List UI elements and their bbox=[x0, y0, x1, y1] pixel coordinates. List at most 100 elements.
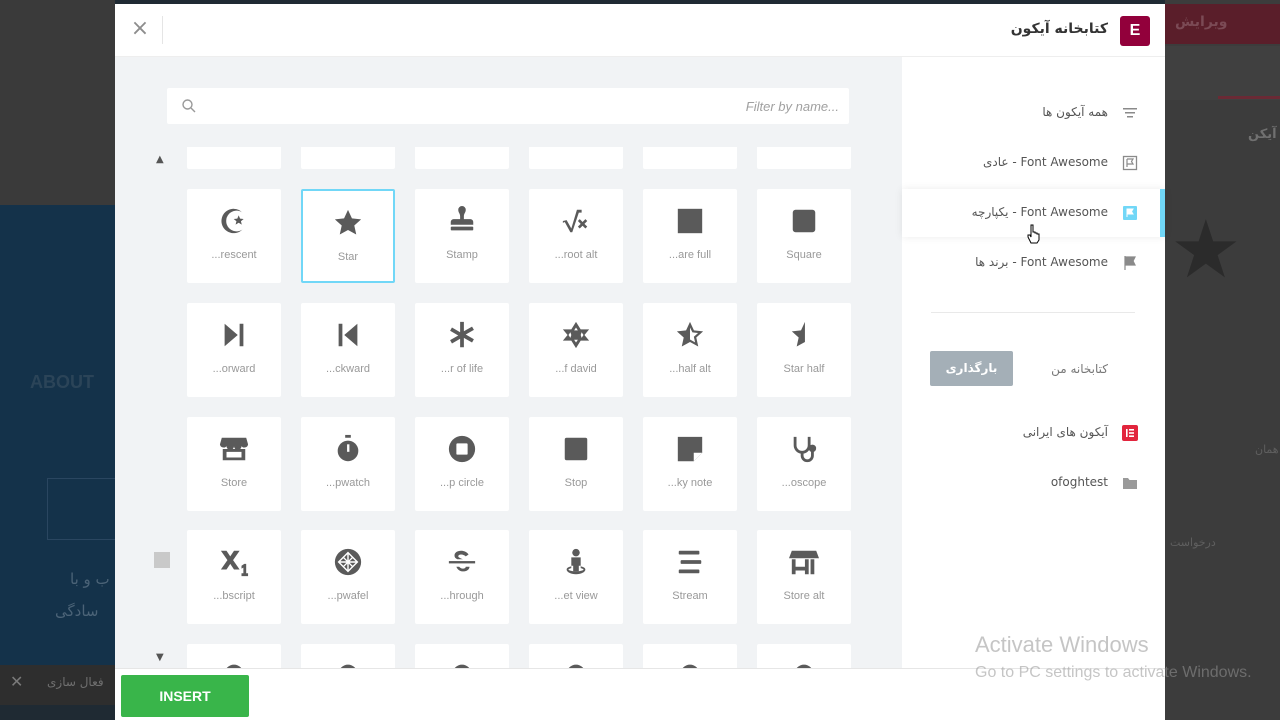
icon-tile-label: ...hrough bbox=[440, 590, 484, 602]
star-icon bbox=[303, 207, 393, 239]
star-half-icon bbox=[757, 319, 851, 351]
icon-tile[interactable]: ...bscript bbox=[187, 530, 281, 624]
square-full-icon bbox=[643, 205, 737, 237]
icon-tile[interactable]: Stream bbox=[643, 530, 737, 624]
scroll-up-icon[interactable]: ▲ bbox=[156, 154, 164, 165]
icon-tile[interactable]: ...orward bbox=[187, 303, 281, 397]
icon-tile-label: Star bbox=[337, 251, 359, 263]
icon-tile[interactable]: ...f david bbox=[529, 303, 623, 397]
icon-tile[interactable]: ...ckward bbox=[301, 303, 395, 397]
icon-tile[interactable]: ...pwafel bbox=[301, 530, 395, 624]
filter-lines-icon bbox=[1123, 108, 1137, 118]
icon-tile-label: Square bbox=[786, 249, 822, 261]
icon-tile[interactable] bbox=[643, 147, 737, 169]
icon-library-sidebar: همه آیکون ها Font Awesome - عادی Font Aw… bbox=[902, 57, 1165, 668]
sidebar-item-fa-regular[interactable]: Font Awesome - عادی bbox=[902, 139, 1165, 187]
sidebar-divider bbox=[931, 312, 1135, 313]
close-button[interactable]: × bbox=[129, 18, 151, 40]
icon-tile-label: ...et view bbox=[554, 590, 598, 602]
icon-tile[interactable]: ...root alt bbox=[529, 189, 623, 283]
background-editor-title: ویرایش bbox=[1175, 14, 1228, 30]
sidebar-item-label: همه آیکون ها bbox=[1042, 105, 1108, 119]
upload-button[interactable]: بارگذاری bbox=[930, 351, 1013, 386]
icon-tile[interactable]: ...pwatch bbox=[301, 417, 395, 511]
icon-tile[interactable]: Star half bbox=[757, 303, 851, 397]
activation-watermark-subtitle: Go to PC settings to activate Windows. bbox=[975, 664, 1252, 681]
icon-browser: ▲ ▼ ...rescent Star Stamp ...root alt ...are… bbox=[115, 57, 902, 668]
icon-tile[interactable]: ...r of life bbox=[415, 303, 509, 397]
icon-tile-label: ...bscript bbox=[213, 590, 255, 602]
icon-tile[interactable] bbox=[187, 644, 281, 668]
icon-row: ...orward ...ckward ...r of life ...f david… bbox=[187, 303, 851, 397]
square-icon bbox=[757, 205, 851, 237]
store-alt-icon bbox=[757, 546, 851, 578]
icon-tile[interactable]: ...et view bbox=[529, 530, 623, 624]
partial-icon bbox=[643, 658, 737, 668]
icon-tile[interactable] bbox=[529, 644, 623, 668]
icon-tile[interactable]: Stamp bbox=[415, 189, 509, 283]
sidebar-item-label: ofoghtest bbox=[1050, 475, 1108, 489]
background-editor-text: درخواست bbox=[1170, 536, 1216, 549]
icon-tile[interactable]: Store alt bbox=[757, 530, 851, 624]
background-close-icon: ✕ bbox=[10, 672, 24, 691]
sidebar-item-all-icons[interactable]: همه آیکون ها bbox=[902, 89, 1165, 137]
icon-tile[interactable] bbox=[301, 644, 395, 668]
icon-tile-label: Stop bbox=[564, 477, 588, 489]
icon-tile[interactable]: ...ky note bbox=[643, 417, 737, 511]
strikethrough-icon bbox=[415, 546, 509, 578]
icon-tile[interactable] bbox=[757, 147, 851, 169]
background-editor-tabs bbox=[1165, 46, 1280, 100]
background-text: ب و با bbox=[70, 570, 110, 588]
icon-tile[interactable] bbox=[187, 147, 281, 169]
icon-tile-label: Store alt bbox=[783, 590, 825, 602]
scrollbar-thumb[interactable] bbox=[154, 552, 170, 568]
modal-title: کتابخانه آیکون bbox=[1010, 21, 1108, 37]
regular-flag-icon bbox=[1122, 155, 1138, 171]
icon-row: ...bscript ...pwafel ...hrough ...et view St… bbox=[187, 530, 851, 624]
icon-tile-label: Store bbox=[220, 477, 248, 489]
icon-tile-label: ...are full bbox=[668, 249, 712, 261]
sidebar-item-label: Font Awesome - عادی bbox=[982, 155, 1108, 169]
square-root-alt-icon bbox=[529, 205, 623, 237]
icon-tile-label: ...rescent bbox=[211, 249, 257, 261]
sidebar-item-fa-brands[interactable]: Font Awesome - برند ها bbox=[902, 239, 1165, 287]
icon-tile[interactable]: ...rescent bbox=[187, 189, 281, 283]
sidebar-item-label: Font Awesome - یکپارچه bbox=[971, 205, 1108, 219]
icon-tile[interactable]: Stop bbox=[529, 417, 623, 511]
icon-tile[interactable] bbox=[757, 644, 851, 668]
icon-tile[interactable]: ...half alt bbox=[643, 303, 737, 397]
stop-circle-icon bbox=[415, 433, 509, 465]
icon-tile[interactable]: ...oscope bbox=[757, 417, 851, 511]
background-star-icon: ★ bbox=[1170, 203, 1242, 296]
icon-tile[interactable]: ...hrough bbox=[415, 530, 509, 624]
store-icon bbox=[187, 433, 281, 465]
background-about-heading: ABOUT bbox=[30, 372, 94, 392]
sidebar-item-iranian-icons[interactable]: آیکون های ایرانی bbox=[902, 409, 1165, 457]
icon-tile[interactable]: ...p circle bbox=[415, 417, 509, 511]
background-editor-text: همان bbox=[1255, 443, 1279, 456]
sidebar-item-ofoghtest[interactable]: ofoghtest bbox=[902, 459, 1165, 507]
icon-tile[interactable] bbox=[301, 147, 395, 169]
icon-tile-label: ...ky note bbox=[667, 477, 713, 489]
insert-button[interactable]: INSERT bbox=[121, 675, 249, 717]
icon-tile[interactable] bbox=[643, 644, 737, 668]
icon-tile[interactable] bbox=[415, 147, 509, 169]
stream-icon bbox=[643, 546, 737, 578]
icon-tile[interactable]: Square bbox=[757, 189, 851, 283]
step-backward-icon bbox=[301, 319, 395, 351]
icon-tile[interactable]: Star bbox=[301, 189, 395, 283]
icon-tile-label: ...r of life bbox=[440, 363, 484, 375]
icon-tile[interactable]: ...are full bbox=[643, 189, 737, 283]
activation-watermark-title: Activate Windows bbox=[975, 632, 1149, 657]
icon-tile[interactable]: Store bbox=[187, 417, 281, 511]
icon-tile[interactable] bbox=[529, 147, 623, 169]
folder-icon bbox=[1123, 478, 1137, 489]
partial-icon bbox=[301, 658, 395, 668]
icon-tile-label: ...ckward bbox=[325, 363, 370, 375]
stethoscope-icon bbox=[757, 433, 851, 465]
search-input[interactable] bbox=[207, 88, 839, 124]
scroll-down-icon[interactable]: ▼ bbox=[156, 652, 164, 663]
icon-tile[interactable] bbox=[415, 644, 509, 668]
background-editor-tab-indicator bbox=[1218, 96, 1280, 99]
icon-row: Store ...pwatch ...p circle Stop ...ky note.… bbox=[187, 417, 851, 511]
